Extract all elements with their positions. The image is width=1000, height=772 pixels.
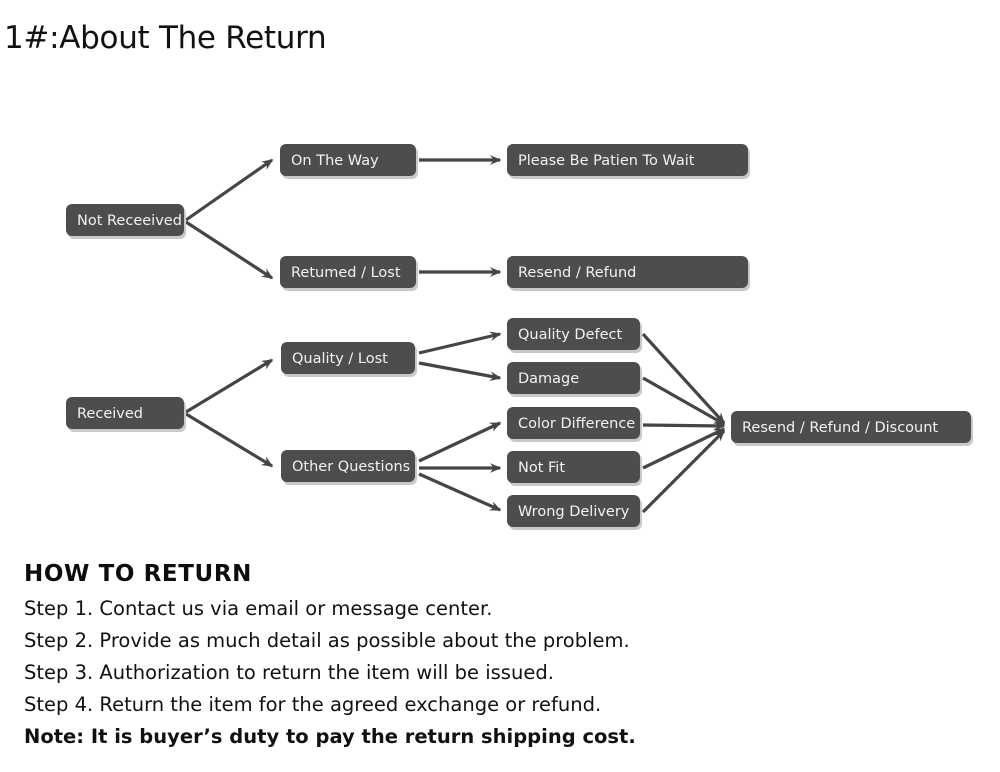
edge-received-otherquestions [185, 412, 274, 468]
return-step-4: Step 4. Return the item for the agreed e… [24, 693, 602, 716]
edge-otherquestions-colordifference [418, 421, 502, 463]
node-returned-lost-label: Retumed / Lost [291, 265, 401, 281]
node-color-difference-label: Color Difference [518, 416, 635, 432]
edge-qualitylost-qualitydefect [418, 331, 502, 355]
node-damage[interactable]: Damage [507, 362, 642, 397]
node-quality-defect-label: Quality Defect [518, 327, 623, 343]
edge-notreceived-ontheway [185, 158, 274, 222]
node-other-questions-label: Other Questions [292, 459, 410, 475]
node-not-received-label: Not Receeived [77, 213, 182, 229]
node-color-difference[interactable]: Color Difference [507, 407, 642, 442]
edge-notfit-resendrefunddiscount [642, 427, 726, 470]
node-please-be-patient-to-wait-label: Please Be Patien To Wait [518, 153, 695, 169]
node-on-the-way-label: On The Way [291, 153, 379, 169]
node-quality-lost[interactable]: Quality / Lost [281, 342, 417, 377]
return-step-2: Step 2. Provide as much detail as possib… [24, 629, 630, 652]
edge-colordifference-resendrefunddiscount [642, 420, 726, 431]
node-quality-defect[interactable]: Quality Defect [507, 318, 642, 353]
node-resend-refund[interactable]: Resend / Refund [507, 256, 750, 291]
edge-damage-resendrefunddiscount [642, 376, 726, 426]
node-received[interactable]: Received [66, 397, 186, 432]
return-step-1: Step 1. Contact us via email or message … [24, 597, 493, 620]
return-note: Note: It is buyer’s duty to pay the retu… [24, 725, 636, 748]
node-please-be-patient-to-wait[interactable]: Please Be Patien To Wait [507, 144, 750, 179]
node-returned-lost[interactable]: Retumed / Lost [280, 256, 418, 291]
edge-notreceived-returnedlost [185, 220, 274, 280]
node-other-questions[interactable]: Other Questions [281, 450, 417, 485]
node-on-the-way[interactable]: On The Way [280, 144, 418, 179]
node-resend-refund-discount-label: Resend / Refund / Discount [742, 420, 938, 436]
node-not-fit[interactable]: Not Fit [507, 451, 642, 486]
edge-received-qualitylost [185, 358, 274, 414]
node-resend-refund-discount[interactable]: Resend / Refund / Discount [731, 411, 973, 446]
node-damage-label: Damage [518, 371, 579, 387]
page-title: 1#:About The Return [4, 20, 327, 56]
node-wrong-delivery[interactable]: Wrong Delivery [507, 495, 642, 530]
node-not-received[interactable]: Not Receeived [66, 204, 186, 239]
node-quality-lost-label: Quality / Lost [292, 351, 388, 367]
edge-wrongdelivery-resendrefunddiscount [641, 429, 726, 514]
node-resend-refund-label: Resend / Refund [518, 265, 636, 281]
flow-edges-bottom [185, 331, 726, 514]
how-to-return-heading: HOW TO RETURN [24, 561, 252, 587]
return-process-flowchart: Not Receeived On The Way Retumed / Lost … [66, 144, 973, 530]
edge-qualitydefect-resendrefunddiscount [641, 332, 726, 425]
node-received-label: Received [77, 406, 143, 422]
node-not-fit-label: Not Fit [518, 460, 565, 476]
edge-qualitylost-damage [418, 361, 502, 381]
how-to-return-section: HOW TO RETURN Step 1. Contact us via ema… [24, 560, 724, 753]
edge-otherquestions-wrongdelivery [418, 472, 502, 512]
node-wrong-delivery-label: Wrong Delivery [518, 504, 630, 520]
return-step-3: Step 3. Authorization to return the item… [24, 661, 554, 684]
